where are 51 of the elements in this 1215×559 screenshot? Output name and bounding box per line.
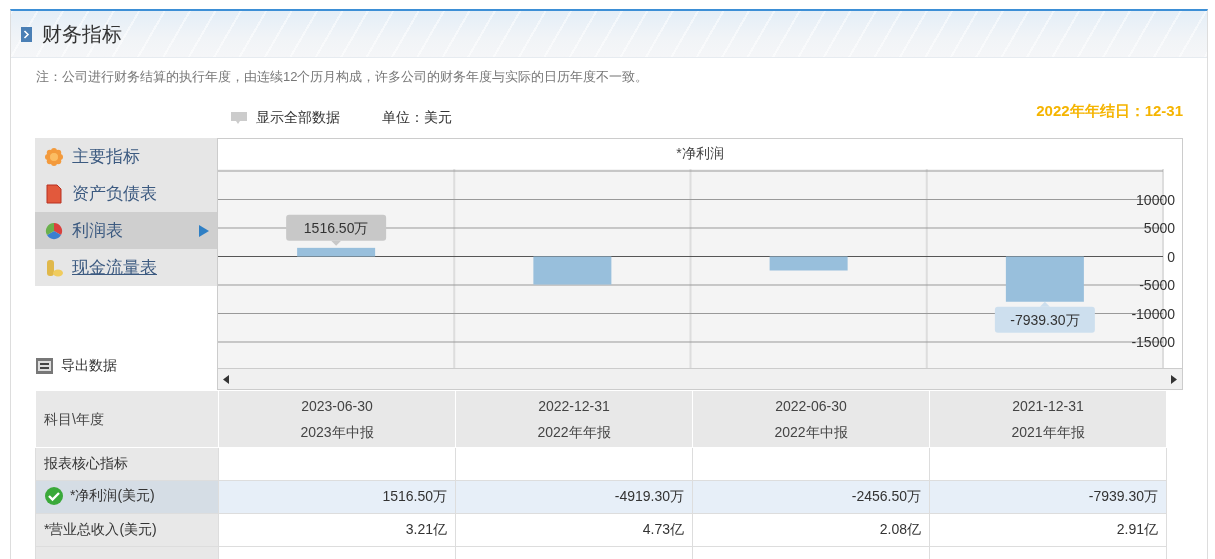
table-cell: 2.91亿 (929, 513, 1167, 547)
table-cell: -2456.50万 (692, 480, 930, 514)
axis-tick-label: -10000 (1131, 305, 1175, 322)
comment-icon[interactable] (230, 111, 248, 125)
table-header-cell: 2021-12-31 2021年年报 (929, 390, 1167, 448)
data-label: 1516.50万 (303, 219, 369, 236)
table-cell: -7939.30万 (929, 480, 1167, 514)
scroll-left-icon[interactable] (223, 374, 229, 384)
scroll-right-icon[interactable] (1171, 374, 1177, 384)
table-cell: 3.21亿 (218, 513, 456, 547)
coins-icon (44, 257, 64, 278)
table-cell: 1516.50万 (218, 480, 456, 514)
year-end-date: 2022年年结日：12-31 (1036, 101, 1183, 121)
triangle-right-icon (199, 224, 209, 237)
value-tooltip: -7939.30万 (994, 301, 1095, 333)
bar[interactable] (297, 247, 376, 257)
table-row-label: *营业总收入(美元) (35, 513, 219, 547)
check-icon (44, 485, 64, 506)
export-data-link[interactable]: 导出数据 (61, 357, 117, 375)
table-cell: 2.08亿 (692, 513, 930, 547)
flower-icon (44, 146, 64, 167)
sidebar-item[interactable]: 利润表 (35, 212, 217, 249)
sidebar-item[interactable]: 资产负债表 (35, 175, 217, 212)
note-text: 注：公司进行财务结算的执行年度，由连续12个历月构成，许多公司的财务年度与实际的日历年度不一致。 (35, 68, 650, 86)
value-tooltip: 1516.50万 (286, 214, 387, 246)
bar[interactable] (1005, 256, 1084, 302)
horizontal-scrollbar[interactable] (218, 368, 1182, 390)
show-all-data-link[interactable]: 显示全部数据 (256, 109, 340, 127)
sidebar-item[interactable]: 主要指标 (35, 138, 217, 175)
table-cell: -4919.30万 (455, 480, 693, 514)
spreadsheet-icon[interactable] (35, 356, 55, 376)
pie-icon (44, 220, 64, 241)
axis-tick-label: -5000 (1139, 276, 1175, 293)
table-header-cell: 2022-12-31 2022年年报 (455, 390, 693, 448)
document-icon (44, 183, 64, 204)
axis-tick-label: 0 (1167, 248, 1175, 265)
axis-tick-label: -15000 (1131, 333, 1175, 350)
table-cell: 4.73亿 (455, 513, 693, 547)
chart-title: *净利润 (675, 143, 725, 163)
panel-title: 财务指标 (42, 21, 122, 47)
table-header-cell: 2022-06-30 2022年中报 (692, 390, 930, 448)
unit-label: 单位：美元 (382, 109, 452, 127)
table-row-label: 报表核心指标 (35, 447, 219, 481)
table-header-cell: 2023-06-30 2023年中报 (218, 390, 456, 448)
bar[interactable] (533, 256, 612, 285)
table-header-cell: 科目\年度 (35, 390, 219, 448)
table-row-label: *净利润(美元) (35, 480, 219, 514)
axis-tick-label: 5000 (1143, 219, 1175, 236)
data-label: -7939.30万 (1010, 311, 1080, 328)
axis-tick-label: 10000 (1136, 191, 1175, 208)
section-arrow-icon (21, 26, 32, 42)
